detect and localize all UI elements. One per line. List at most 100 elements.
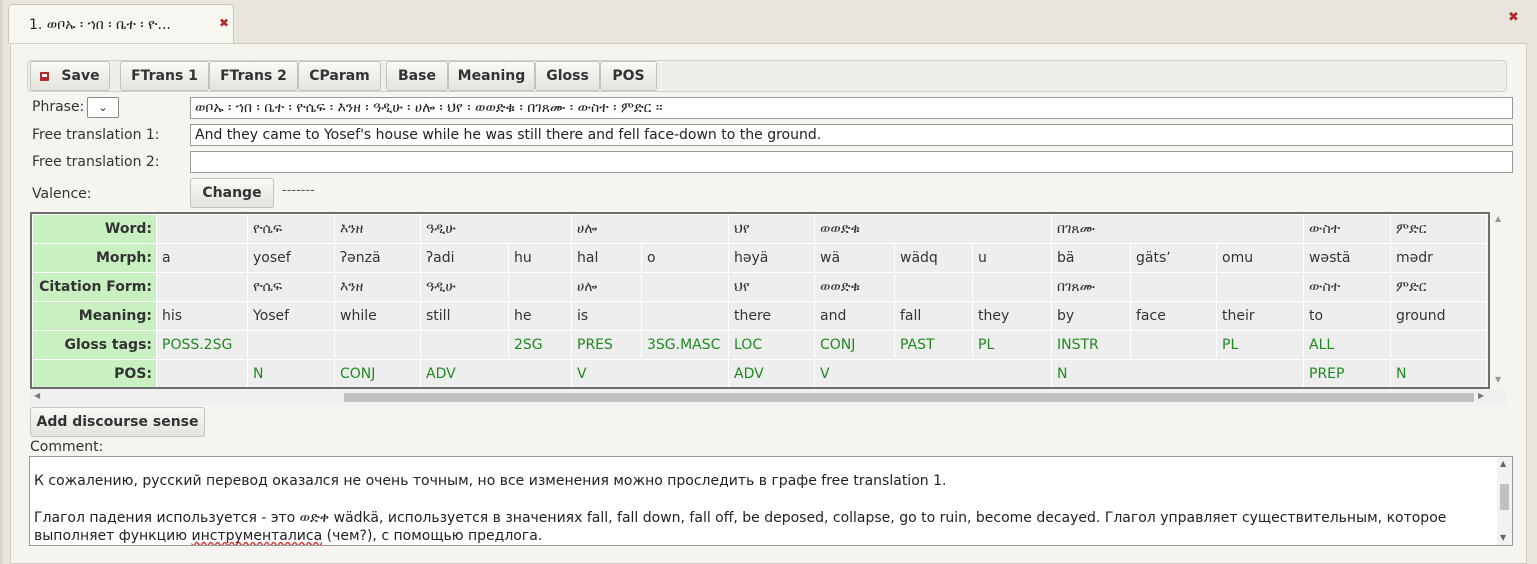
citation-cell[interactable]: ሀሎ	[571, 272, 642, 302]
morph-cell[interactable]: gätsʼ	[1130, 243, 1217, 273]
scroll-up-icon[interactable]: ▲	[1500, 459, 1506, 468]
scroll-down-icon[interactable]: ▼	[1500, 533, 1506, 542]
gloss-cell[interactable]: PRES	[571, 330, 642, 360]
gloss-cell[interactable]: INSTR	[1051, 330, 1131, 360]
change-valence-button[interactable]: Change	[190, 178, 274, 208]
word-cell[interactable]: እንዘ	[334, 214, 421, 244]
morph-cell[interactable]: ʔənzä	[334, 243, 421, 273]
meaning-cell[interactable]: he	[508, 301, 572, 331]
gloss-cell[interactable]: PL	[972, 330, 1052, 360]
meaning-cell[interactable]: they	[972, 301, 1052, 331]
citation-cell[interactable]	[1130, 272, 1217, 302]
word-cell[interactable]	[156, 214, 248, 244]
word-cell[interactable]: ምድር	[1390, 214, 1487, 244]
morph-cell[interactable]: omu	[1216, 243, 1304, 273]
scroll-up-icon[interactable]: ▲	[1495, 214, 1501, 223]
citation-cell[interactable]	[156, 272, 248, 302]
morph-cell[interactable]: o	[641, 243, 729, 273]
meaning-cell[interactable]: is	[571, 301, 642, 331]
gloss-cell[interactable]: CONJ	[814, 330, 895, 360]
citation-cell[interactable]: ዓዲሁ	[420, 272, 509, 302]
scrollbar-thumb[interactable]	[344, 393, 1474, 402]
meaning-cell[interactable]: his	[156, 301, 248, 331]
word-cell[interactable]: ወወድቁ	[814, 214, 1052, 244]
citation-cell[interactable]: ህየ	[728, 272, 815, 302]
gloss-cell[interactable]: ALL	[1303, 330, 1391, 360]
meaning-cell[interactable]: fall	[894, 301, 973, 331]
word-cell[interactable]: በገጸሙ	[1051, 214, 1304, 244]
tab-gloss[interactable]: Gloss	[535, 61, 600, 91]
morph-cell[interactable]: hu	[508, 243, 572, 273]
pos-cell[interactable]: CONJ	[334, 359, 421, 387]
free-translation-1-field[interactable]: And they came to Yosef's house while he …	[190, 124, 1513, 146]
grid-horizontal-scrollbar[interactable]: ◀ ▶	[30, 389, 1506, 406]
citation-cell[interactable]	[641, 272, 729, 302]
morph-cell[interactable]: hal	[571, 243, 642, 273]
pos-cell[interactable]: ADV	[728, 359, 815, 387]
meaning-cell[interactable]: by	[1051, 301, 1131, 331]
gloss-cell[interactable]	[420, 330, 509, 360]
gloss-cell[interactable]: PL	[1216, 330, 1304, 360]
pos-cell[interactable]	[156, 359, 248, 387]
add-discourse-sense-button[interactable]: Add discourse sense	[30, 407, 205, 437]
citation-cell[interactable]: ውስተ	[1303, 272, 1391, 302]
word-cell[interactable]: ዮሴፍ	[247, 214, 335, 244]
gloss-cell[interactable]	[1390, 330, 1487, 360]
morph-cell[interactable]: bä	[1051, 243, 1131, 273]
morph-cell[interactable]: a	[156, 243, 248, 273]
word-cell[interactable]: ህየ	[728, 214, 815, 244]
scroll-right-icon[interactable]: ▶	[1478, 391, 1484, 400]
pos-cell[interactable]: PREP	[1303, 359, 1391, 387]
morph-cell[interactable]: wəstä	[1303, 243, 1391, 273]
gloss-cell[interactable]	[1130, 330, 1217, 360]
citation-cell[interactable]: ወወድቁ	[814, 272, 895, 302]
morph-cell[interactable]: həyä	[728, 243, 815, 273]
citation-cell[interactable]	[1216, 272, 1304, 302]
meaning-cell[interactable]: their	[1216, 301, 1304, 331]
free-translation-2-field[interactable]	[190, 151, 1513, 173]
pos-cell[interactable]: V	[814, 359, 1052, 387]
citation-cell[interactable]	[894, 272, 973, 302]
meaning-cell[interactable]: while	[334, 301, 421, 331]
pos-cell[interactable]: N	[247, 359, 335, 387]
morph-cell[interactable]: ʔadi	[420, 243, 509, 273]
word-cell[interactable]: ውስተ	[1303, 214, 1391, 244]
meaning-cell[interactable]: ground	[1390, 301, 1487, 331]
gloss-cell[interactable]: LOC	[728, 330, 815, 360]
scrollbar-thumb[interactable]	[1500, 484, 1509, 510]
tab-base[interactable]: Base	[386, 61, 448, 91]
citation-cell[interactable]	[972, 272, 1052, 302]
meaning-cell[interactable]: there	[728, 301, 815, 331]
meaning-cell[interactable]: Yosef	[247, 301, 335, 331]
save-button[interactable]: Save	[30, 61, 110, 91]
tab-phrase-1[interactable]: 1. ወቦኡ ፡ ኀበ ፡ ቤተ ፡ ዮ... ✖	[8, 4, 234, 44]
gloss-cell[interactable]: POSS.2SG	[156, 330, 248, 360]
pos-cell[interactable]: ADV	[420, 359, 572, 387]
tab-ftrans1[interactable]: FTrans 1	[120, 61, 209, 91]
meaning-cell[interactable]: and	[814, 301, 895, 331]
meaning-cell[interactable]: face	[1130, 301, 1217, 331]
morph-cell[interactable]: wädq	[894, 243, 973, 273]
grid-vertical-scrollbar[interactable]: ▲ ▼	[1493, 212, 1506, 389]
citation-cell[interactable]: ምድር	[1390, 272, 1487, 302]
gloss-cell[interactable]: 3SG.MASC	[641, 330, 729, 360]
close-icon[interactable]: ✖	[219, 16, 229, 30]
pos-cell[interactable]: N	[1390, 359, 1487, 387]
meaning-cell[interactable]: to	[1303, 301, 1391, 331]
pos-cell[interactable]: N	[1051, 359, 1304, 387]
pos-cell[interactable]: V	[571, 359, 729, 387]
comment-scrollbar[interactable]: ▲ ▼	[1497, 457, 1512, 545]
gloss-cell[interactable]	[247, 330, 335, 360]
citation-cell[interactable]: በገጸሙ	[1051, 272, 1131, 302]
comment-textarea[interactable]: К сожалению, русский перевод оказался не…	[29, 456, 1513, 546]
scroll-down-icon[interactable]: ▼	[1495, 375, 1501, 384]
citation-cell[interactable]	[508, 272, 572, 302]
tab-ftrans2[interactable]: FTrans 2	[209, 61, 298, 91]
phrase-select[interactable]: ⌄	[87, 97, 119, 118]
gloss-cell[interactable]	[334, 330, 421, 360]
panel-close-icon[interactable]: ✖	[1508, 10, 1519, 25]
meaning-cell[interactable]: still	[420, 301, 509, 331]
tab-meaning[interactable]: Meaning	[448, 61, 535, 91]
word-cell[interactable]: ሀሎ	[571, 214, 729, 244]
morph-cell[interactable]: wä	[814, 243, 895, 273]
